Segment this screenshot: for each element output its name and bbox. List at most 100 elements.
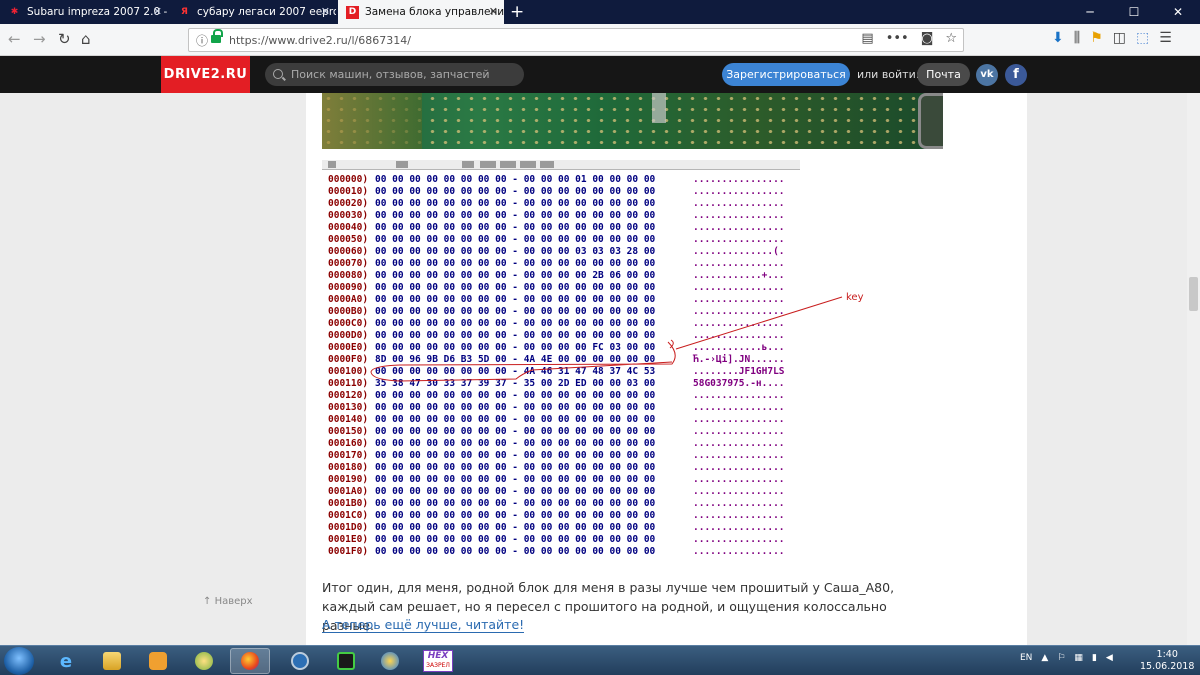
vk-icon[interactable]: vk — [976, 64, 998, 86]
hex-ascii: ................ — [693, 438, 785, 449]
bookmark-star-icon[interactable]: ☆ — [945, 31, 957, 46]
hex-address: 000140) — [328, 414, 369, 425]
hex-bytes: 00 00 00 00 00 00 00 00 - 00 00 00 00 00… — [375, 222, 656, 233]
register-button[interactable]: Зарегистрироваться — [722, 63, 850, 86]
tray-network-icon[interactable]: ▦ — [1074, 653, 1083, 663]
hex-ascii: ............+... — [693, 270, 785, 281]
hex-ascii: ................ — [693, 330, 785, 341]
browser-tab-bar: ✱ Subaru impreza 2007 2.0 - Имм ✕ Я суба… — [0, 0, 1200, 24]
system-tray: EN ▲ ⚐ ▦ ▮ ◀ — [1020, 653, 1113, 663]
hex-address: 000020) — [328, 198, 369, 209]
hex-address: 000010) — [328, 186, 369, 197]
tray-volume-icon[interactable]: ◀ — [1106, 653, 1113, 663]
subaru-favicon-icon: ✱ — [10, 7, 19, 17]
library-icon[interactable]: ⫼ — [1074, 30, 1080, 46]
hex-bytes: 00 00 00 00 00 00 00 00 - 00 00 00 00 00… — [375, 198, 656, 209]
hex-ascii: ................ — [693, 414, 785, 425]
hex-bytes: 00 00 00 00 00 00 00 00 - 00 00 00 00 00… — [375, 258, 656, 269]
menu-hamburger-icon[interactable]: ☰ — [1159, 30, 1172, 46]
hex-address: 0000B0) — [328, 306, 369, 317]
hex-address: 000040) — [328, 222, 369, 233]
hex-bytes: 8D 00 96 9B D6 B3 5D 00 - 4A 4E 00 00 00… — [375, 354, 656, 365]
hex-bytes: 00 00 00 00 00 00 00 00 - 00 00 00 00 00… — [375, 438, 656, 449]
hex-app-label: HEX — [427, 651, 449, 661]
hex-address: 0001E0) — [328, 534, 369, 545]
taskbar-vvdi-icon[interactable] — [370, 648, 410, 674]
hex-bytes: 00 00 00 00 00 00 00 00 - 00 00 00 00 00… — [375, 534, 656, 545]
hex-ascii: ................ — [693, 222, 785, 233]
hex-ascii: ................ — [693, 546, 785, 557]
hex-ascii: ................ — [693, 390, 785, 401]
reload-icon[interactable]: ↻ — [58, 30, 71, 48]
reader-view-icon[interactable]: ▤ — [861, 31, 873, 46]
start-button-icon[interactable] — [4, 647, 34, 675]
taskbar-hex-editor-icon[interactable]: HEX ЗАЗРЕЛ — [418, 648, 458, 674]
yandex-favicon-icon: Я — [181, 7, 188, 17]
hex-bytes: 00 00 00 00 00 00 00 00 - 00 00 00 00 00… — [375, 522, 656, 533]
facebook-icon[interactable]: f — [1005, 64, 1027, 86]
hex-ascii: ................ — [693, 282, 785, 293]
hex-bytes: 00 00 00 00 00 00 00 00 - 00 00 00 00 00… — [375, 294, 656, 305]
hex-ascii: ................ — [693, 186, 785, 197]
close-window-icon[interactable]: ✕ — [1156, 0, 1200, 24]
system-clock[interactable]: 1:40 15.06.2018 — [1140, 649, 1194, 673]
hex-ascii: ................ — [693, 318, 785, 329]
hex-ascii: ................ — [693, 522, 785, 533]
forward-arrow-icon[interactable]: → — [33, 30, 46, 48]
taskbar-ie-icon[interactable]: e — [46, 648, 86, 674]
home-icon[interactable]: ⌂ — [81, 30, 91, 48]
back-to-top-link[interactable]: ↑ Наверх — [203, 596, 253, 607]
or-login-label: или войти: — [857, 68, 920, 81]
sidebar-icon[interactable]: ◫ — [1113, 30, 1126, 46]
hex-address: 000160) — [328, 438, 369, 449]
tab-title: субару легаси 2007 eeprom 93 — [197, 6, 336, 18]
page-actions-icon[interactable]: ••• — [886, 31, 909, 46]
tray-signal-icon[interactable]: ▮ — [1092, 653, 1097, 663]
ecu-board-photo — [322, 93, 943, 149]
close-tab-icon[interactable]: ✕ — [489, 5, 498, 18]
pocket-icon[interactable]: ◙ — [921, 31, 934, 46]
close-tab-icon[interactable]: ✕ — [153, 5, 162, 18]
article-link[interactable]: А теперь ещё лучше, читайте! — [322, 617, 525, 633]
hex-ascii: ................ — [693, 210, 785, 221]
page-scrollbar[interactable] — [1187, 93, 1200, 645]
windows-taskbar: e HEX ЗАЗРЕЛ EN ▲ ⚐ ▦ ▮ ◀ 1:40 15.06.201… — [0, 645, 1200, 675]
bookmark-flag-icon[interactable]: ⚑ — [1090, 30, 1103, 46]
hex-ascii: 58G037975.-н.... — [693, 378, 785, 389]
tray-expand-icon[interactable]: ▲ — [1041, 653, 1048, 663]
download-icon[interactable]: ⬇ — [1052, 30, 1064, 46]
taskbar-chip-programmer-icon[interactable] — [326, 648, 366, 674]
close-tab-icon[interactable]: ✕ — [321, 5, 330, 18]
language-indicator[interactable]: EN — [1020, 653, 1032, 663]
hex-ascii: ................ — [693, 474, 785, 485]
new-tab-plus-icon[interactable]: + — [510, 2, 524, 22]
tray-flag-icon[interactable]: ⚐ — [1057, 653, 1065, 663]
scrollbar-thumb[interactable] — [1189, 277, 1198, 311]
toolbar-right: ⬇ ⫼ ⚑ ◫ ⬚ ☰ — [1052, 30, 1172, 46]
taskbar-paint-icon[interactable] — [184, 648, 224, 674]
taskbar-media-player-icon[interactable] — [138, 648, 178, 674]
taskbar-explorer-icon[interactable] — [92, 648, 132, 674]
hex-bytes: 00 00 00 00 00 00 00 00 - 00 00 00 00 00… — [375, 450, 656, 461]
mail-login-button[interactable]: Почта — [917, 63, 970, 86]
tab-drive2-active[interactable]: D Замена блока управления, пр ✕ — [338, 0, 504, 24]
tab-subaru-impreza[interactable]: ✱ Subaru impreza 2007 2.0 - Имм ✕ — [0, 0, 168, 24]
site-search-input[interactable]: Поиск машин, отзывов, запчастей — [265, 63, 524, 86]
extension-icon[interactable]: ⬚ — [1136, 30, 1149, 46]
minimize-icon[interactable]: ─ — [1068, 0, 1112, 24]
drive2-logo[interactable]: DRIVE2.RU — [161, 56, 250, 93]
hex-address: 0001B0) — [328, 498, 369, 509]
info-icon[interactable]: ⓘ — [196, 32, 208, 49]
url-text[interactable]: https://www.drive2.ru/l/6867314/ — [229, 34, 411, 47]
hex-bytes: 00 00 00 00 00 00 00 00 - 00 00 00 00 00… — [375, 474, 656, 485]
back-arrow-icon[interactable]: ← — [8, 30, 21, 48]
hex-address: 000150) — [328, 426, 369, 437]
hex-bytes: 00 00 00 00 00 00 00 00 - 00 00 00 00 00… — [375, 402, 656, 413]
maximize-icon[interactable]: ☐ — [1112, 0, 1156, 24]
taskbar-firefox-icon[interactable] — [230, 648, 270, 674]
hex-address: 000000) — [328, 174, 369, 185]
url-bar[interactable]: ⓘ https://www.drive2.ru/l/6867314/ ▤ •••… — [188, 28, 964, 52]
tab-subaru-legacy[interactable]: Я субару легаси 2007 eeprom 93 ✕ — [170, 0, 336, 24]
search-icon — [273, 69, 283, 79]
taskbar-teamviewer-icon[interactable] — [280, 648, 320, 674]
